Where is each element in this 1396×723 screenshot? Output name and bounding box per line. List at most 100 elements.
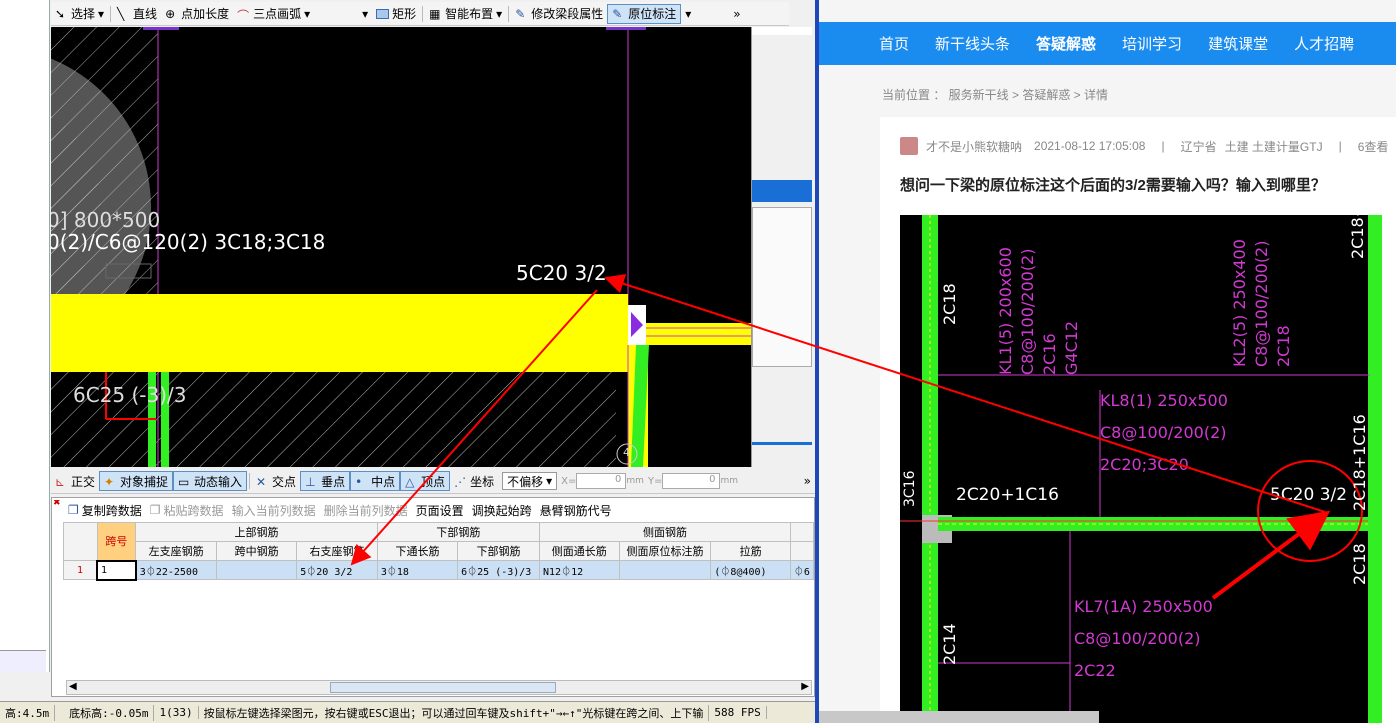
- table-group-header-row: 跨号 上部钢筋 下部钢筋 侧面钢筋: [63, 522, 815, 561]
- object-snap-toggle[interactable]: ✦ 对象捕捉: [99, 471, 174, 491]
- cad-drawing-canvas[interactable]: 0] 800*500 0(2)/C6@120(2) 3C18;3C18 5C20…: [51, 27, 751, 467]
- row-index: 1: [63, 560, 98, 580]
- column-header[interactable]: 右支座钢筋: [296, 541, 378, 561]
- post-region: 辽宁省: [1180, 139, 1217, 154]
- chevron-down-icon: ▾: [362, 6, 369, 21]
- support-number: 4: [623, 446, 630, 459]
- toolbar-overflow-button[interactable]: »: [733, 7, 740, 21]
- line-tool[interactable]: ╲ 直线: [113, 4, 161, 24]
- span-number-cell[interactable]: 1: [96, 559, 137, 581]
- author-name[interactable]: 才不是小熊软糖呐: [926, 138, 1022, 155]
- chevron-down-icon: ▾: [546, 474, 553, 488]
- ortho-toggle[interactable]: ⊾ 正交: [51, 471, 99, 491]
- arc-tool[interactable]: ⌒ 三点画弧 ▾: [233, 4, 314, 24]
- status-hint: 按鼠标左键选择梁图元，按右键或ESC退出；可以通过回车键及shift+"→←↑"…: [199, 704, 710, 721]
- coordinate-icon: ⋰: [454, 474, 467, 489]
- question-title: 想问一下梁的原位标注这个后面的3/2需要输入吗？输入到哪里？: [900, 177, 1326, 194]
- post-date: 2021-08-12 17:05:08: [1034, 139, 1146, 153]
- snap-toolbar: ⊾ 正交 ✦ 对象捕捉 ▭ 动态输入 ✕ 交点 ⊥ 垂点 • 中点 △ 顶点 ⋰ 坐标 不偏移 ▾…: [51, 469, 815, 494]
- page-setup-button[interactable]: 页面设置: [412, 500, 468, 520]
- close-icon[interactable]: ✖: [53, 500, 61, 508]
- in-place-annotation-icon: ✎: [612, 7, 623, 21]
- avatar[interactable]: [900, 137, 918, 155]
- table-column-header-row: 左支座钢筋 跨中钢筋 右支座钢筋 下通长筋 下部钢筋 侧面通长筋 侧面原位标注筋…: [64, 541, 815, 561]
- attached-drawing-image[interactable]: 2C18 3C16 2C14 KL1(5) 200x600 C8@100/200…: [900, 215, 1382, 723]
- smart-layout-tool[interactable]: ▦ 智能布置 ▾: [425, 4, 506, 24]
- post-tags[interactable]: 土建 土建计量GTJ: [1225, 138, 1323, 155]
- chevron-down-icon[interactable]: ▾: [681, 7, 695, 21]
- left-support-rebar-cell[interactable]: 3⏀22-2500: [135, 560, 217, 580]
- nav-item-classroom[interactable]: 建筑课堂: [1208, 33, 1268, 54]
- column-header[interactable]: 侧面通长筋: [539, 541, 620, 561]
- left-property-panel[interactable]: [0, 0, 50, 672]
- dynamic-input-toggle[interactable]: ▭ 动态输入: [173, 471, 248, 491]
- overflow-cell[interactable]: ⏀6: [789, 560, 815, 580]
- rectangle-tool[interactable]: 矩形: [372, 4, 420, 24]
- top-rebar-header[interactable]: 上部钢筋: [135, 522, 378, 542]
- scroll-right-icon[interactable]: ▶: [801, 681, 809, 692]
- side-continuous-rebar-cell[interactable]: N12⏀12: [539, 560, 620, 580]
- bottom-rebar-annotation[interactable]: 6C25 (-3)/3: [73, 383, 187, 407]
- in-place-annotation-tool[interactable]: ✎ 原位标注: [607, 3, 682, 24]
- offset-select[interactable]: 不偏移 ▾: [502, 472, 558, 490]
- paste-icon: ❐: [149, 503, 161, 517]
- paste-span-data-button[interactable]: ❐ 粘贴跨数据: [146, 500, 228, 520]
- modify-beam-tool[interactable]: ✎ 修改梁段属性: [511, 4, 607, 24]
- nav-item-home[interactable]: 首页: [879, 33, 909, 54]
- beam-stirrup-label: 0(2)/C6@120(2) 3C18;3C18: [51, 230, 326, 254]
- nav-item-training[interactable]: 培训学习: [1122, 33, 1182, 54]
- nav-item-qa[interactable]: 答疑解惑: [1036, 33, 1096, 54]
- intersection-toggle[interactable]: ✕ 交点: [252, 471, 300, 491]
- swap-start-span-button[interactable]: 调换起始跨: [468, 500, 536, 520]
- mid-span-rebar-cell[interactable]: [215, 560, 298, 580]
- line-icon: ╲: [117, 7, 125, 21]
- column-header[interactable]: 拉筋: [710, 541, 791, 561]
- status-fps: 588 FPS: [709, 706, 767, 719]
- bottom-rebar-header[interactable]: 下部钢筋: [376, 522, 541, 542]
- page-horizontal-scrollbar[interactable]: [819, 711, 1099, 723]
- side-rebar-header[interactable]: 侧面钢筋: [539, 522, 791, 542]
- y-coordinate-input[interactable]: 0: [662, 473, 721, 489]
- bottom-continuous-rebar-cell[interactable]: 3⏀18: [376, 560, 459, 580]
- point-length-tool[interactable]: ⊕ 点加长度: [161, 4, 233, 24]
- input-column-data-button[interactable]: 输入当前列数据: [228, 500, 320, 520]
- select-tool[interactable]: ➘ 选择 ▾: [51, 4, 108, 24]
- scrollbar-thumb[interactable]: [330, 682, 556, 693]
- status-selection-count: 1(33): [154, 706, 199, 719]
- midpoint-toggle[interactable]: • 中点: [350, 471, 401, 491]
- span-number-header[interactable]: 跨号: [96, 522, 137, 561]
- vertex-toggle[interactable]: △ 顶点: [400, 471, 451, 491]
- scroll-left-icon[interactable]: ◀: [69, 681, 77, 692]
- shape-dropdown[interactable]: ▾: [314, 4, 372, 24]
- column-header[interactable]: 下部钢筋: [457, 541, 541, 561]
- side-in-place-rebar-cell[interactable]: [618, 560, 712, 580]
- perpendicular-toggle[interactable]: ⊥ 垂点: [300, 471, 351, 491]
- breadcrumb[interactable]: 当前位置 ： 服务新干线 > 答疑解惑 > 详情: [882, 86, 1108, 103]
- ortho-icon: ⊾: [55, 474, 66, 489]
- nav-item-headlines[interactable]: 新干线头条: [935, 33, 1010, 54]
- horizontal-scrollbar[interactable]: ◀ ▶: [66, 680, 812, 695]
- status-bottom-elevation: 底标高:-0.05m: [55, 704, 155, 721]
- delete-column-data-button[interactable]: 删除当前列数据: [320, 500, 412, 520]
- cantilever-rebar-code-button[interactable]: 悬臂钢筋代号: [536, 500, 616, 520]
- right-support-annotation[interactable]: 5C20 3/2: [516, 261, 607, 285]
- column-header[interactable]: 下通长筋: [376, 541, 459, 561]
- toolbar-overflow-button[interactable]: »: [804, 474, 815, 488]
- post-views: 6查看: [1357, 139, 1389, 154]
- span-table-panel: ✖ ❐ 复制跨数据 ❐ 粘贴跨数据 输入当前列数据 删除当前列数据 页面设置 调换起…: [51, 497, 815, 697]
- right-support-rebar-cell[interactable]: 5⏀20 3/2: [296, 560, 378, 580]
- coordinate-toggle[interactable]: ⋰ 坐标: [450, 471, 498, 491]
- nav-item-jobs[interactable]: 人才招聘: [1294, 33, 1354, 54]
- top-navigation: 首页 新干线头条 答疑解惑 培训学习 建筑课堂 人才招聘: [819, 22, 1396, 65]
- tie-bar-cell[interactable]: (⏀8@400): [710, 560, 791, 580]
- table-toolbar: ✖ ❐ 复制跨数据 ❐ 粘贴跨数据 输入当前列数据 删除当前列数据 页面设置 调换起…: [52, 500, 814, 520]
- column-header[interactable]: 左支座钢筋: [135, 541, 217, 561]
- arc-icon: ⌒: [237, 9, 250, 23]
- status-bar: 高:4.5m 底标高:-0.05m 1(33) 按鼠标左键选择梁图元，按右键或E…: [0, 701, 818, 723]
- left-panel-footer: [0, 650, 46, 672]
- column-header[interactable]: 跨中钢筋: [215, 541, 298, 561]
- x-coordinate-input[interactable]: 0: [576, 473, 627, 489]
- bottom-rebar-cell[interactable]: 6⏀25 (-3)/3: [457, 560, 541, 580]
- copy-span-data-button[interactable]: ❐ 复制跨数据: [64, 500, 146, 520]
- column-header[interactable]: 侧面原位标注筋: [618, 541, 712, 561]
